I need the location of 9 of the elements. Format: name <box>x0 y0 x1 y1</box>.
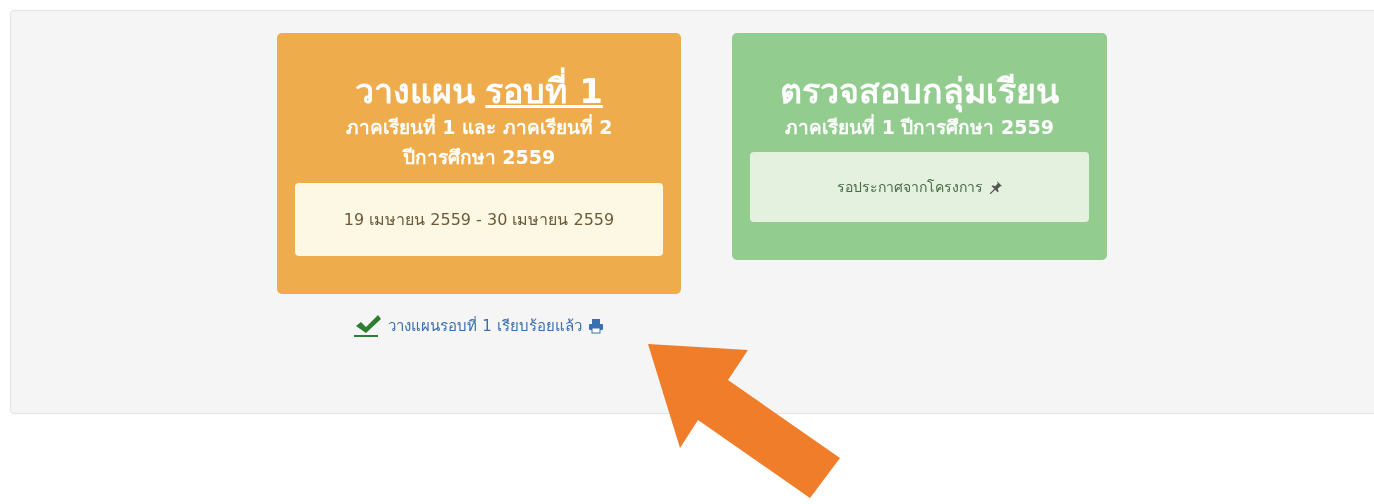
card-subtitle: ปีการศึกษา 2559 <box>401 145 557 171</box>
info-text: รอประกาศจากโครงการ <box>836 178 983 198</box>
card-subtitle: ภาคเรียนที่ 1 ปีการศึกษา 2559 <box>784 113 1055 140</box>
status-link[interactable]: วางแผนรอบที่ 1 เรียบร้อยแล้ว <box>388 313 582 338</box>
pin-icon <box>988 180 1003 195</box>
info-text: 19 เมษายน 2559 - 30 เมษายน 2559 <box>343 208 615 231</box>
card-title: ตรวจสอบกลุ่มเรียน <box>779 71 1060 112</box>
print-icon[interactable] <box>587 317 604 334</box>
card-subtitle: ภาคเรียนที่ 1 และ ภาคเรียนที่ 2 <box>344 113 614 140</box>
